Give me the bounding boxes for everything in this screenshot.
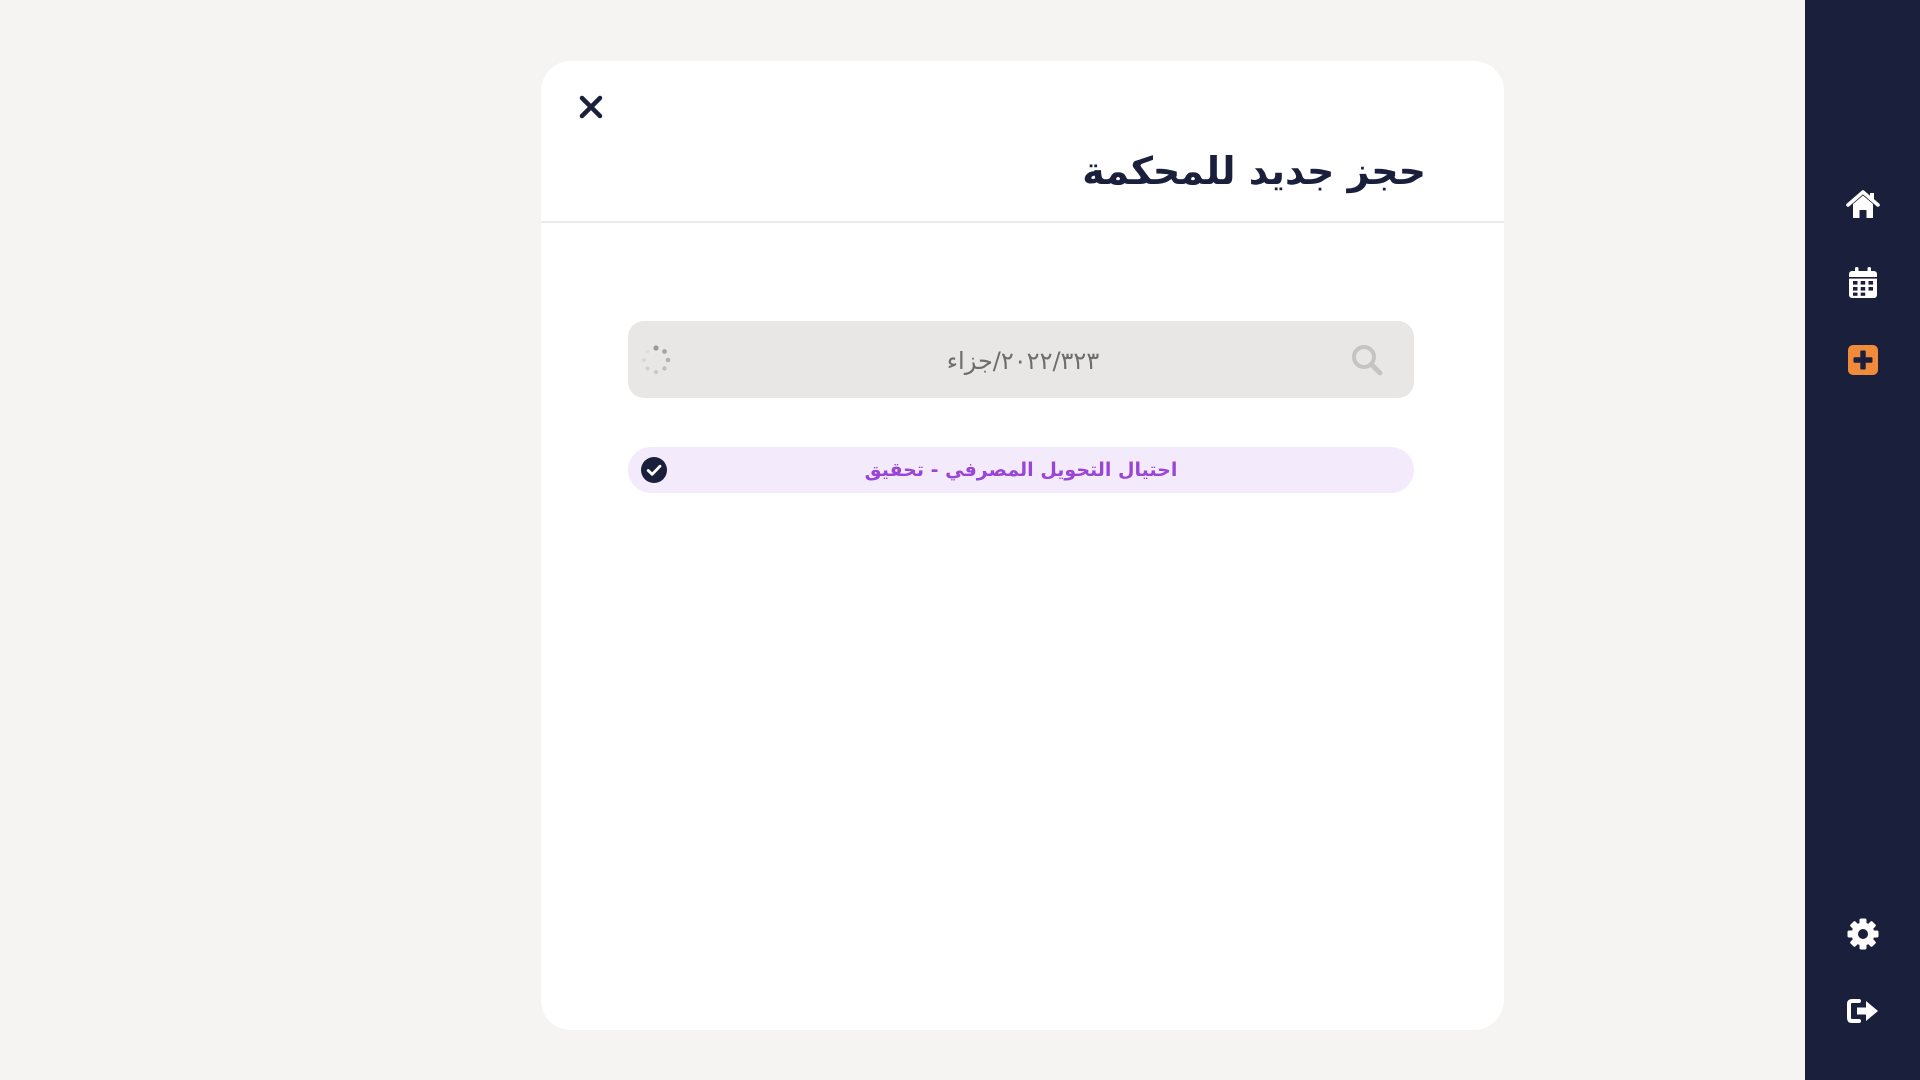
sidebar-item-new-booking[interactable] (1805, 330, 1920, 390)
spinner-icon (642, 345, 671, 375)
sidebar-item-settings[interactable] (1805, 904, 1920, 964)
close-icon (579, 95, 603, 119)
logout-icon (1846, 999, 1878, 1023)
new-court-booking-modal: حجز جديد للمحكمة احتيال التحويل المصرفي … (541, 61, 1504, 1030)
add-icon (1847, 345, 1878, 375)
sidebar-item-calendar[interactable] (1805, 253, 1920, 313)
case-search-input[interactable] (718, 321, 1328, 400)
home-icon (1845, 190, 1880, 218)
check-circle-icon (641, 457, 667, 483)
sidebar-item-logout[interactable] (1805, 981, 1920, 1041)
search-result-label: احتيال التحويل المصرفي - تحقيق (864, 459, 1178, 481)
gear-icon (1847, 918, 1878, 950)
close-button[interactable] (571, 87, 611, 127)
search-icon (1352, 345, 1383, 376)
search-result-item[interactable]: احتيال التحويل المصرفي - تحقيق (628, 447, 1414, 493)
modal-title: حجز جديد للمحكمة (1082, 149, 1426, 193)
case-search-box[interactable] (628, 321, 1414, 400)
sidebar (1805, 0, 1920, 1080)
calendar-icon (1848, 267, 1877, 298)
sidebar-item-home[interactable] (1805, 175, 1920, 235)
header-divider (541, 221, 1504, 223)
